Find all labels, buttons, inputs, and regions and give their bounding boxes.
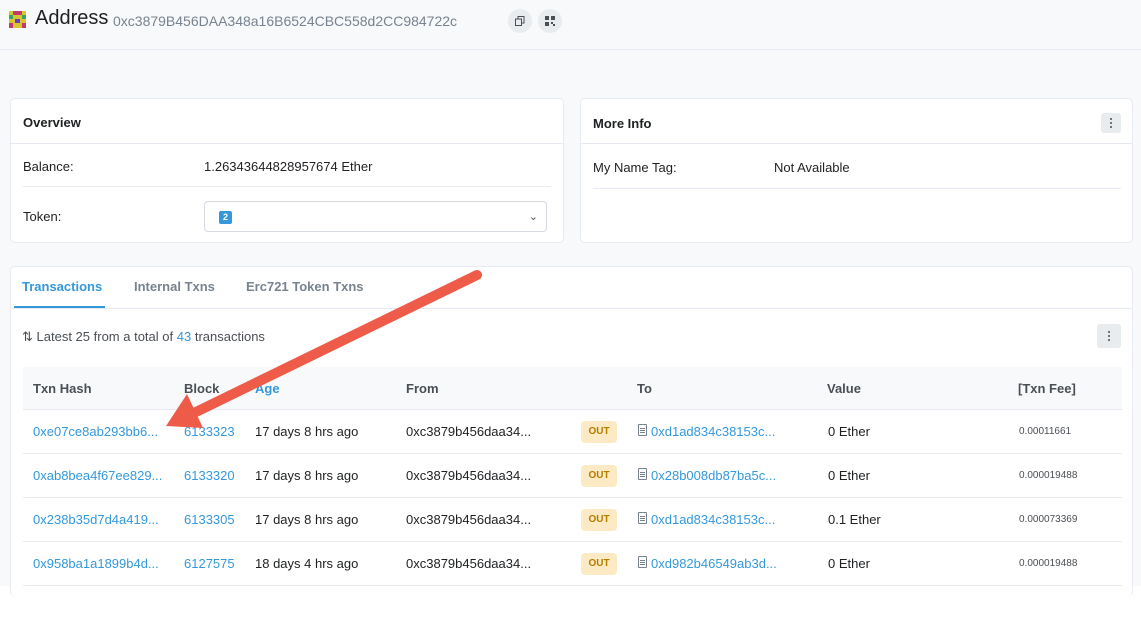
direction-badge: OUT <box>581 553 617 575</box>
to-address-link[interactable]: 0x28b008db87ba5c... <box>651 468 776 483</box>
from-address: 0xc3879b456daa34... <box>406 468 532 483</box>
col-value: Value <box>827 381 861 396</box>
transactions-card: Transactions Internal Txns Erc721 Token … <box>10 266 1133 596</box>
address-identicon <box>9 11 26 28</box>
col-txn-hash: Txn Hash <box>33 381 92 396</box>
copy-icon <box>515 16 525 26</box>
from-address: 0xc3879b456daa34... <box>406 512 532 527</box>
block-link[interactable]: 6133305 <box>184 512 235 527</box>
txn-age: 18 days 4 hrs ago <box>255 556 359 571</box>
contract-document-icon <box>638 468 647 480</box>
overview-card: Overview Balance: 1.26343644828957674 Et… <box>10 98 564 243</box>
to-address-link[interactable]: 0xd1ad834c38153c... <box>651 424 775 439</box>
from-address: 0xc3879b456daa34... <box>406 556 532 571</box>
txn-value: 0 Ether <box>828 424 870 439</box>
name-tag-label: My Name Tag: <box>593 160 677 175</box>
name-tag-value: Not Available <box>774 160 850 175</box>
table-row: 0xab8bea4f67ee829... 6133320 17 days 8 hrs… <box>23 454 1122 498</box>
txn-age: 17 days 8 hrs ago <box>255 512 359 527</box>
txn-hash-link[interactable]: 0x958ba1a1899b4d... <box>33 556 159 571</box>
table-row: 0xe07ce8ab293bb6... 6133323 17 days 8 hrs … <box>23 410 1122 454</box>
overview-divider <box>23 186 551 187</box>
table-header: Txn Hash Block Age From To Value [Txn Fe… <box>23 367 1122 410</box>
col-from: From <box>406 381 439 396</box>
address-hash: 0xc3879B456DAA348a16B6524CBC558d2CC98472… <box>113 13 458 29</box>
direction-badge: OUT <box>581 465 617 487</box>
active-tab-indicator <box>14 306 105 308</box>
contract-document-icon <box>638 512 647 524</box>
tab-transactions[interactable]: Transactions <box>22 279 102 294</box>
overview-title: Overview <box>11 99 563 144</box>
table-row: 0x958ba1a1899b4d... 6127575 18 days 4 hrs … <box>23 542 1122 586</box>
token-label: Token: <box>23 209 62 224</box>
txn-age: 17 days 8 hrs ago <box>255 424 359 439</box>
more-info-divider <box>593 188 1121 189</box>
kebab-icon <box>1110 118 1112 120</box>
block-link[interactable]: 6127575 <box>184 556 235 571</box>
txn-fee: 0.00011661 <box>1019 426 1072 437</box>
more-info-menu-button[interactable] <box>1101 113 1121 133</box>
from-address: 0xc3879b456daa34... <box>406 424 532 439</box>
more-info-title: More Info <box>581 99 1132 144</box>
transactions-summary: ⇅ Latest 25 from a total of 43 transacti… <box>22 329 265 345</box>
token-dropdown[interactable]: 2 ⌄ <box>204 201 547 232</box>
txn-fee: 0.000073369 <box>1019 514 1078 525</box>
tab-internal-txns[interactable]: Internal Txns <box>134 279 215 294</box>
txn-hash-link[interactable]: 0x238b35d7d4a419... <box>33 512 159 527</box>
txn-value: 0 Ether <box>828 468 870 483</box>
transactions-menu-button[interactable] <box>1097 324 1121 348</box>
balance-label: Balance: <box>23 159 74 174</box>
page-header: Address 0xc3879B456DAA348a16B6524CBC558d… <box>0 0 1141 50</box>
summary-prefix: Latest 25 from a total of <box>36 329 174 344</box>
txn-fee: 0.000019488 <box>1019 470 1078 481</box>
txn-value: 0.1 Ether <box>828 512 881 527</box>
txn-age: 17 days 8 hrs ago <box>255 468 359 483</box>
txn-fee: 0.000019488 <box>1019 558 1078 569</box>
col-to: To <box>637 381 652 396</box>
table-row: 0x238b35d7d4a419... 6133305 17 days 8 hrs … <box>23 498 1122 542</box>
txn-hash-link[interactable]: 0xab8bea4f67ee829... <box>33 468 162 483</box>
col-block: Block <box>184 381 220 396</box>
contract-document-icon <box>638 424 647 436</box>
summary-count[interactable]: 43 <box>177 329 191 344</box>
to-address-link[interactable]: 0xd982b46549ab3d... <box>651 556 777 571</box>
sort-icon: ⇅ <box>22 329 33 344</box>
direction-badge: OUT <box>581 421 617 443</box>
token-count-badge: 2 <box>219 211 232 224</box>
col-txn-fee[interactable]: [Txn Fee] <box>1018 381 1076 396</box>
txn-value: 0 Ether <box>828 556 870 571</box>
balance-value: 1.26343644828957674 Ether <box>204 159 373 174</box>
copy-address-button[interactable] <box>508 9 532 33</box>
chevron-down-icon: ⌄ <box>528 211 538 223</box>
summary-suffix: transactions <box>194 329 265 344</box>
txn-hash-link[interactable]: 0xe07ce8ab293bb6... <box>33 424 158 439</box>
contract-document-icon <box>638 556 647 568</box>
page-title: Address <box>35 7 109 29</box>
qr-code-icon <box>545 16 555 26</box>
kebab-icon <box>1108 331 1110 333</box>
direction-badge: OUT <box>581 509 617 531</box>
to-address-link[interactable]: 0xd1ad834c38153c... <box>651 512 775 527</box>
qr-code-button[interactable] <box>538 9 562 33</box>
more-info-card: More Info My Name Tag: Not Available <box>580 98 1133 243</box>
block-link[interactable]: 6133323 <box>184 424 235 439</box>
tab-bar: Transactions Internal Txns Erc721 Token … <box>11 267 1132 309</box>
tab-erc721-token-txns[interactable]: Erc721 Token Txns <box>246 279 364 294</box>
block-link[interactable]: 6133320 <box>184 468 235 483</box>
col-age[interactable]: Age <box>255 381 280 396</box>
